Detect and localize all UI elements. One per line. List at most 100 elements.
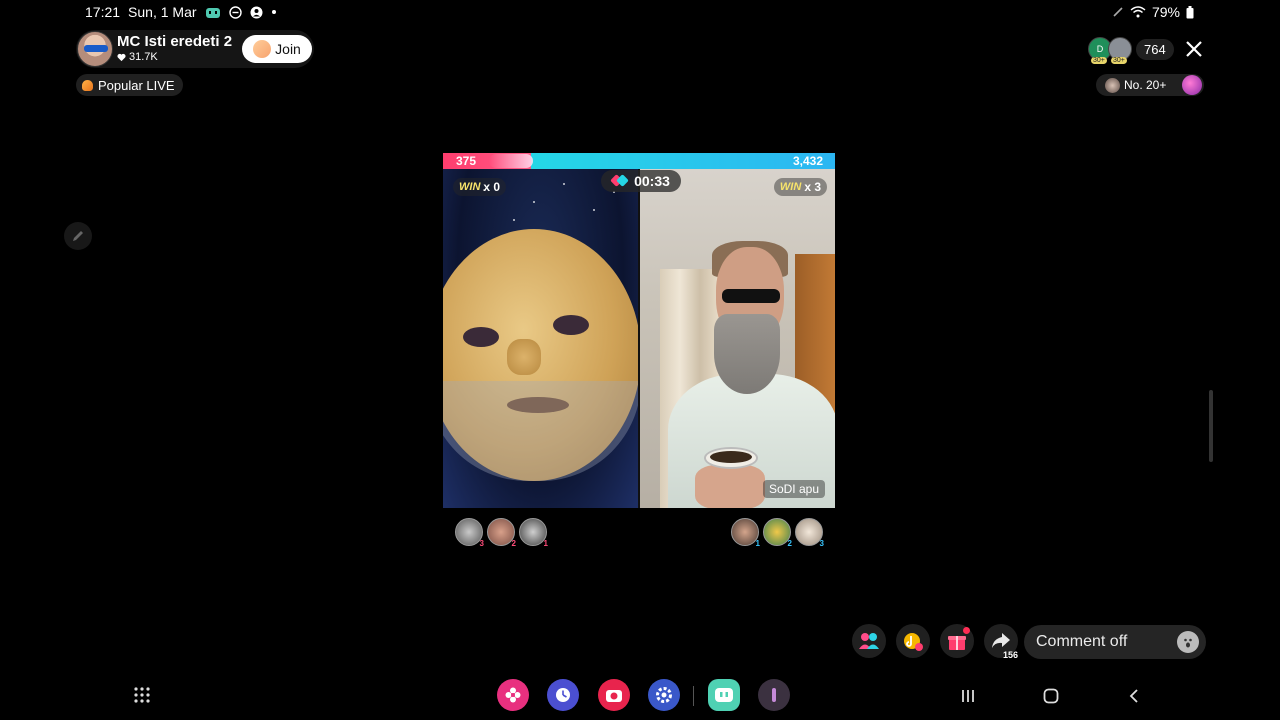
guest-name-label[interactable]: SoDI apu xyxy=(762,480,825,498)
app-drawer-button[interactable] xyxy=(133,686,151,704)
status-left: 17:21 Sun, 1 Mar xyxy=(85,4,277,20)
gifter-rank: 2 xyxy=(787,539,792,548)
gifter-rank: 3 xyxy=(479,539,484,548)
blossom-app-icon[interactable] xyxy=(497,679,529,711)
gifter-avatar[interactable]: 3 xyxy=(455,518,484,548)
score-bar: 375 3,432 xyxy=(443,153,835,169)
live-battle: 375 3,432 WIN x 0 WIN x 3 SoDI apu 00:33 xyxy=(443,153,835,508)
status-right: 79% xyxy=(1112,4,1194,20)
heart-icon xyxy=(117,53,126,61)
join-hand-icon xyxy=(253,40,272,58)
win-word: WIN xyxy=(459,181,481,193)
rank-label: No. 20+ xyxy=(1124,78,1167,92)
battery-percent: 79% xyxy=(1151,4,1180,20)
gifter-avatar[interactable]: 2 xyxy=(763,518,792,548)
host-video[interactable]: WIN x 0 xyxy=(443,169,638,508)
host-likes: 31.7K xyxy=(117,51,158,63)
people-icon xyxy=(859,633,879,649)
dock-divider xyxy=(693,686,694,706)
pencil-icon xyxy=(73,231,83,241)
comment-input[interactable]: Comment off xyxy=(1024,625,1206,659)
coin-music-icon xyxy=(904,633,923,651)
recent-app-icon[interactable] xyxy=(758,679,790,711)
grid-icon xyxy=(134,687,150,703)
app-notification-icon xyxy=(205,5,221,19)
host-avatar[interactable] xyxy=(77,31,113,67)
win-streak-left: WIN x 0 xyxy=(453,178,507,196)
share-icon xyxy=(992,633,1010,648)
pen-icon xyxy=(1112,6,1124,18)
recent-apps-button[interactable] xyxy=(956,684,980,708)
rank-avatar-icon xyxy=(1105,77,1120,93)
clock-app-icon[interactable] xyxy=(547,679,579,711)
emoji-icon xyxy=(1184,638,1192,648)
gifter-avatar[interactable]: 1 xyxy=(731,518,760,548)
win-word: WIN xyxy=(779,181,802,193)
navigation-bar xyxy=(0,676,1280,716)
popular-live-label: Popular LIVE xyxy=(98,77,175,93)
host-info[interactable]: MC Isti eredeti 2 31.7K Join xyxy=(76,30,314,68)
notification-dot xyxy=(963,627,970,634)
dot-icon xyxy=(271,9,277,15)
ranking-badge[interactable]: No. 20+ xyxy=(1096,74,1204,96)
orange-heart-icon xyxy=(82,79,93,91)
status-bar: 17:21 Sun, 1 Mar 79% xyxy=(0,0,1280,24)
moon-face xyxy=(443,229,638,481)
close-icon xyxy=(1186,41,1202,57)
back-icon xyxy=(1129,689,1138,703)
gem-icon xyxy=(1182,75,1202,95)
host-likes-count: 31.7K xyxy=(129,51,158,63)
gifter-avatar[interactable]: 1 xyxy=(519,518,548,548)
back-button[interactable] xyxy=(1122,684,1146,708)
battle-timer: 00:33 xyxy=(601,170,681,192)
popular-live-badge[interactable]: Popular LIVE xyxy=(76,74,183,96)
top-gifters-right: 1 2 3 xyxy=(731,518,824,548)
multi-guest-button[interactable] xyxy=(852,624,886,658)
gifter-avatar[interactable]: 2 xyxy=(487,518,516,548)
gifter-rank: 1 xyxy=(543,539,548,548)
viewer-avatar[interactable]: 30+ xyxy=(1108,37,1132,64)
viewer-count[interactable]: 764 xyxy=(1136,38,1174,60)
action-buttons: 156 xyxy=(852,624,1018,660)
battery-icon xyxy=(1186,5,1194,19)
close-button[interactable] xyxy=(1182,37,1206,61)
guest-video[interactable]: WIN x 3 SoDI apu xyxy=(640,169,835,508)
win-count-left: x 0 xyxy=(483,180,501,194)
join-button[interactable]: Join xyxy=(242,35,312,63)
edit-button[interactable] xyxy=(64,222,92,250)
account-icon xyxy=(250,6,263,19)
timer-value: 00:33 xyxy=(634,173,670,189)
gift-button[interactable] xyxy=(940,624,974,658)
gifter-avatar[interactable]: 3 xyxy=(795,518,824,548)
viewer-list[interactable]: D 30+ 30+ 764 xyxy=(1088,36,1174,64)
join-label: Join xyxy=(275,41,301,57)
score-right-fill xyxy=(531,153,835,169)
clock-date: Sun, 1 Mar xyxy=(128,4,197,20)
scroll-handle[interactable] xyxy=(1209,390,1213,462)
share-count: 156 xyxy=(1002,650,1018,660)
battle-icon xyxy=(612,175,628,187)
comment-placeholder: Comment off xyxy=(1036,633,1128,650)
top-gifters-left: 3 2 1 xyxy=(455,518,548,548)
emoji-button[interactable] xyxy=(1177,631,1199,653)
viewer-avatar-letter: D xyxy=(1096,44,1104,54)
settings-app-icon[interactable] xyxy=(648,679,680,711)
score-right: 3,432 xyxy=(792,154,823,168)
wifi-icon xyxy=(1130,6,1146,18)
dnd-icon xyxy=(228,5,242,19)
gifter-rank: 2 xyxy=(511,539,516,548)
promote-button[interactable] xyxy=(896,624,930,658)
camera-app-icon[interactable] xyxy=(598,679,630,711)
home-button[interactable] xyxy=(1039,684,1063,708)
tiktok-live-app-icon[interactable] xyxy=(708,679,740,711)
score-left: 375 xyxy=(456,154,477,168)
win-count-right: x 3 xyxy=(804,180,821,194)
share-button[interactable]: 156 xyxy=(984,624,1018,660)
gifter-rank: 3 xyxy=(819,539,824,548)
home-icon xyxy=(1043,688,1059,704)
clock-time: 17:21 xyxy=(85,4,121,20)
viewer-level-badge: 30+ xyxy=(1111,57,1127,64)
gifter-rank: 1 xyxy=(755,539,760,548)
recents-icon xyxy=(962,690,974,702)
host-name: MC Isti eredeti 2 xyxy=(117,33,233,50)
